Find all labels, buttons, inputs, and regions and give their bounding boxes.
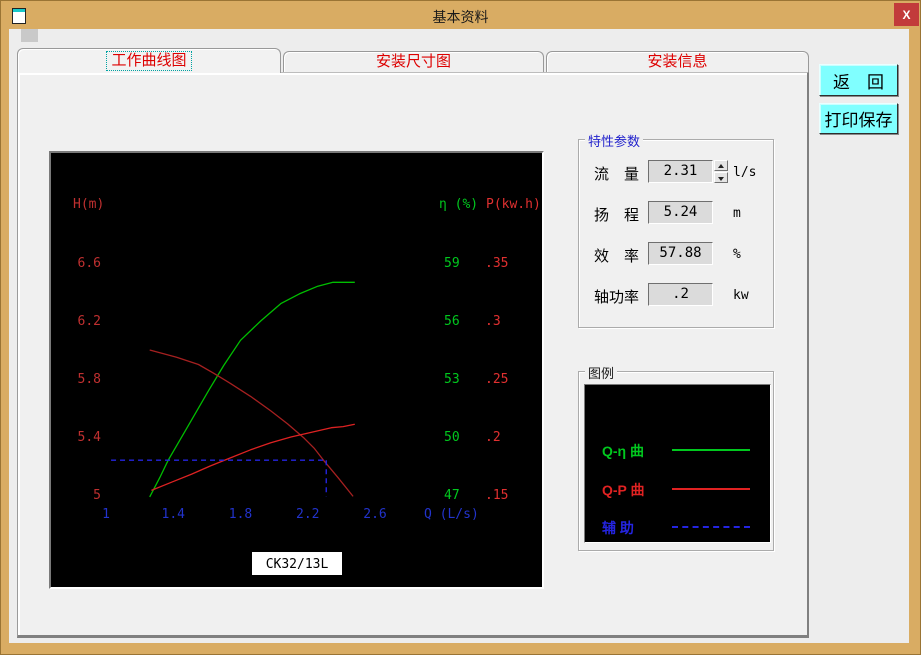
- svg-text:.15: .15: [485, 488, 508, 503]
- legend-line-q-p: [672, 488, 750, 490]
- svg-text:53: 53: [444, 372, 460, 387]
- legend-label-q-eta: Q-η 曲: [602, 443, 644, 459]
- svg-text:CK32/13L: CK32/13L: [266, 557, 329, 572]
- svg-text:1.8: 1.8: [229, 507, 252, 522]
- svg-text:2.2: 2.2: [296, 507, 319, 522]
- svg-text:.35: .35: [485, 256, 508, 271]
- svg-text:59: 59: [444, 256, 460, 271]
- head-field[interactable]: 5.24: [648, 201, 713, 224]
- svg-text:H(m): H(m): [73, 197, 104, 212]
- tab-install-dimensions[interactable]: 安装尺寸图: [283, 51, 544, 72]
- svg-text:56: 56: [444, 314, 460, 329]
- svg-text:6.6: 6.6: [78, 256, 101, 271]
- shaft-power-unit: kw: [733, 288, 749, 303]
- flow-field[interactable]: 2.31: [648, 160, 713, 183]
- efficiency-unit: %: [733, 247, 741, 262]
- svg-text:P(kw.h): P(kw.h): [486, 197, 541, 212]
- svg-text:47: 47: [444, 488, 460, 503]
- svg-text:.25: .25: [485, 372, 508, 387]
- svg-text:.2: .2: [485, 430, 501, 445]
- pump-curve-svg: H(m) η (%) P(kw.h) Q (L/s) 6.6 6.2 5.8 5.4 5 59 56…: [73, 197, 541, 575]
- head-label: 扬 程: [594, 207, 640, 224]
- flow-spinner: [714, 160, 728, 183]
- svg-text:6.2: 6.2: [78, 314, 101, 329]
- legend-line-auxiliary: [672, 526, 750, 528]
- svg-text:50: 50: [444, 430, 460, 445]
- legend-item-auxiliary: 辅 助: [585, 518, 770, 536]
- print-save-button[interactable]: 打印保存: [819, 103, 898, 134]
- pump-curve-chart[interactable]: H(m) η (%) P(kw.h) Q (L/s) 6.6 6.2 5.8 5.4 5 59 56…: [49, 151, 544, 589]
- back-button[interactable]: 返 回: [819, 64, 898, 96]
- spinner-up-button[interactable]: [714, 160, 728, 171]
- shaft-power-label: 轴功率: [594, 289, 640, 306]
- title-bar: 基本资料 X: [1, 1, 920, 29]
- legend-panel: Q-η 曲 Q-P 曲 辅 助: [584, 384, 771, 543]
- window: 基本资料 X 工作曲线图 安装尺寸图 安装信息 H(m) η (%) P(kw.h)…: [0, 0, 921, 655]
- svg-text:.3: .3: [485, 314, 501, 329]
- legend-item-q-p: Q-P 曲: [585, 480, 770, 498]
- legend-label-auxiliary: 辅 助: [602, 520, 634, 536]
- legend-item-q-eta: Q-η 曲: [585, 441, 770, 459]
- svg-text:1: 1: [102, 507, 110, 522]
- flow-unit: l/s: [733, 165, 757, 180]
- shaft-power-field[interactable]: .2: [648, 283, 713, 306]
- legend-group-title: 图例: [585, 363, 618, 382]
- svg-text:5: 5: [93, 488, 101, 503]
- tab-working-curve-label: 工作曲线图: [106, 51, 192, 71]
- params-group-title: 特性参数: [585, 131, 644, 150]
- tab-install-info[interactable]: 安装信息: [546, 51, 809, 72]
- window-title: 基本资料: [432, 9, 489, 25]
- legend-label-q-p: Q-P 曲: [602, 482, 645, 498]
- efficiency-label: 效 率: [594, 248, 640, 265]
- tab-working-curve[interactable]: 工作曲线图: [17, 48, 281, 73]
- svg-text:5.4: 5.4: [78, 430, 102, 445]
- head-unit: m: [733, 206, 741, 221]
- svg-text:η (%): η (%): [439, 197, 478, 212]
- decorative-fragment: [21, 29, 38, 42]
- svg-text:2.6: 2.6: [363, 507, 386, 522]
- flow-label: 流 量: [594, 166, 640, 183]
- svg-text:1.4: 1.4: [162, 507, 186, 522]
- legend-line-q-eta: [672, 449, 750, 451]
- svg-text:Q (L/s): Q (L/s): [424, 507, 479, 522]
- spinner-down-button[interactable]: [714, 172, 728, 183]
- svg-text:5.8: 5.8: [78, 372, 101, 387]
- efficiency-field[interactable]: 57.88: [648, 242, 713, 265]
- close-button[interactable]: X: [894, 3, 919, 26]
